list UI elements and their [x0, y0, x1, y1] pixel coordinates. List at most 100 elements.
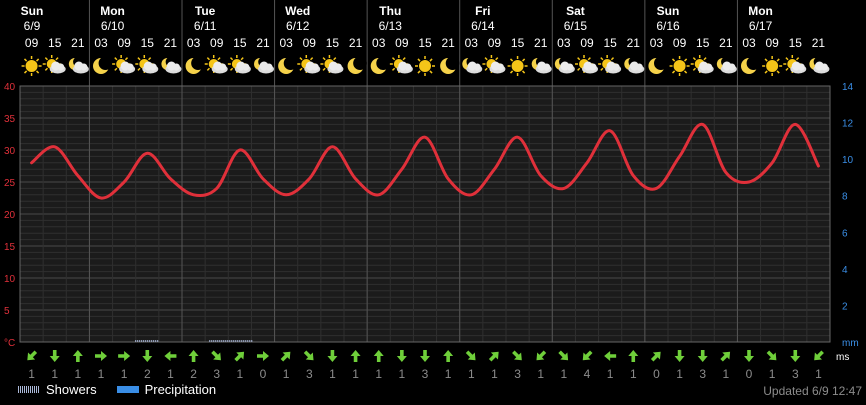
moon-cloud-icon: [624, 56, 645, 74]
hour-label: 09: [395, 36, 409, 50]
moon-icon: [648, 56, 668, 74]
y-tick-right: 8: [842, 192, 848, 203]
y-tick-left: 10: [4, 274, 16, 285]
wind-speed: 1: [352, 367, 359, 380]
sun-cloud-icon: [320, 55, 344, 74]
wind-speed: 1: [167, 367, 174, 380]
sun-cloud-icon: [204, 55, 228, 74]
wind-speed: 1: [815, 367, 822, 380]
y-tick-left: 15: [4, 242, 16, 253]
wind-arrow-w-icon: [164, 351, 177, 361]
wind-speed: 3: [792, 367, 799, 380]
sun-icon: [762, 56, 783, 76]
wind-arrow-ne-icon: [720, 351, 731, 362]
wind-speed: 1: [121, 367, 128, 380]
legend: Showers Precipitation: [18, 382, 216, 397]
wind-arrow-ne-icon: [234, 351, 245, 362]
moon-icon: [185, 56, 205, 74]
day-name: Fri: [475, 4, 490, 18]
wind-speed: 3: [306, 367, 313, 380]
sun-cloud-icon: [389, 55, 413, 74]
hour-label: 15: [511, 36, 525, 50]
moon-cloud-icon: [531, 56, 552, 74]
showers-legend-label: Showers: [46, 382, 97, 397]
hour-label: 03: [187, 36, 201, 50]
wind-speed: 1: [607, 367, 614, 380]
day-date: 6/16: [656, 19, 680, 33]
sun-cloud-icon: [783, 55, 807, 74]
wind-arrow-se-icon: [465, 350, 476, 361]
wind-arrow-se-icon: [211, 350, 221, 361]
wind-arrow-se-icon: [512, 350, 522, 361]
wind-speed: 1: [75, 367, 82, 380]
day-date: 6/13: [379, 19, 403, 33]
wind-arrow-sw-icon: [582, 350, 593, 361]
wind-arrow-sw-icon: [814, 350, 824, 361]
x-unit-label: ms: [836, 352, 849, 363]
sun-cloud-icon: [135, 55, 159, 74]
hour-label: 03: [372, 36, 386, 50]
day-name: Wed: [285, 4, 310, 18]
sun-cloud-icon: [690, 55, 714, 74]
hour-label: 21: [349, 36, 363, 50]
day-date: 6/9: [24, 19, 41, 33]
wind-speed: 3: [213, 367, 220, 380]
sun-cloud-icon: [598, 55, 622, 74]
moon-icon: [440, 56, 460, 74]
wind-speed: 1: [630, 367, 637, 380]
wind-arrow-n-icon: [350, 350, 361, 362]
hour-label: 15: [326, 36, 340, 50]
day-date: 6/17: [749, 19, 773, 33]
wind-speed: 1: [468, 367, 475, 380]
wind-speed: 0: [260, 367, 267, 380]
day-name: Sun: [657, 4, 680, 18]
hour-label: 15: [696, 36, 710, 50]
sun-icon: [507, 56, 528, 76]
sun-cloud-icon: [575, 55, 598, 74]
y-tick-left: 25: [4, 178, 16, 189]
hour-label: 09: [673, 36, 687, 50]
wind-speed: 1: [723, 367, 730, 380]
wind-arrow-n-icon: [373, 350, 384, 362]
wind-arrow-s-icon: [49, 350, 60, 362]
hour-label: 03: [557, 36, 571, 50]
day-date: 6/12: [286, 19, 310, 33]
wind-speed: 1: [561, 367, 568, 380]
wind-arrow-e-icon: [118, 351, 131, 361]
day-date: 6/15: [564, 19, 588, 33]
wind-arrow-s-icon: [790, 350, 801, 362]
wind-arrow-e-icon: [95, 351, 107, 361]
moon-icon: [278, 56, 298, 74]
hour-label: 09: [210, 36, 224, 50]
wind-arrow-ne-icon: [488, 351, 499, 362]
moon-cloud-icon: [254, 56, 274, 74]
y-tick-right: 4: [842, 265, 848, 276]
hour-label: 03: [94, 36, 108, 50]
y-tick-left: 20: [4, 210, 16, 221]
hour-label: 03: [650, 36, 664, 50]
day-name: Mon: [100, 4, 125, 18]
wind-speed: 0: [653, 367, 660, 380]
moon-cloud-icon: [716, 56, 737, 74]
wind-speed: 1: [329, 367, 336, 380]
precipitation-legend-label: Precipitation: [144, 382, 217, 397]
wind-speed: 2: [190, 367, 197, 380]
hour-label: 15: [418, 36, 432, 50]
wind-speed: 1: [769, 367, 776, 380]
hour-label: 21: [164, 36, 178, 50]
hour-label: 21: [71, 36, 85, 50]
wind-speed: 1: [375, 367, 382, 380]
wind-speed: 1: [237, 367, 244, 380]
sun-icon: [21, 56, 42, 76]
wind-speed: 2: [144, 367, 151, 380]
wind-arrow-sw-icon: [27, 350, 38, 361]
wind-arrow-s-icon: [744, 350, 754, 362]
y-tick-right: mm: [842, 338, 859, 349]
sun-cloud-icon: [482, 55, 506, 74]
y-tick-left: °C: [4, 338, 15, 349]
sun-icon: [415, 56, 435, 76]
showers-swatch: [18, 386, 40, 393]
wind-speed: 0: [746, 367, 753, 380]
hour-label: 03: [279, 36, 293, 50]
wind-speed: 3: [514, 367, 521, 380]
